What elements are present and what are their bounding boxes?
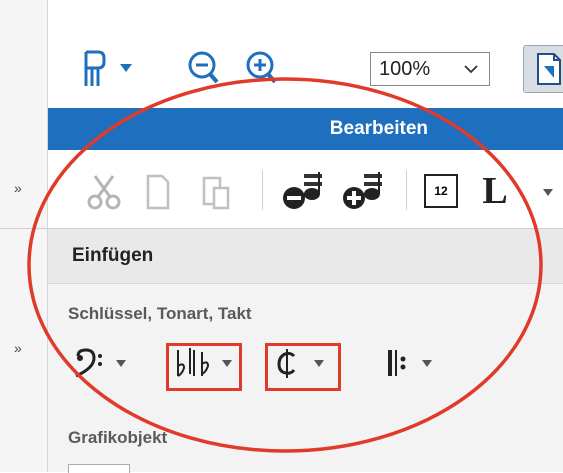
toolbar-separator	[262, 170, 263, 210]
expand-toolbar-button[interactable]: »	[14, 180, 22, 196]
chevron-down-icon	[464, 65, 478, 74]
text-tool-button[interactable]: L	[476, 168, 514, 214]
time-signature-highlight	[265, 343, 341, 391]
zoom-out-button[interactable]	[186, 48, 222, 88]
expand-panel-button[interactable]: »	[14, 340, 22, 356]
strip-divider	[0, 228, 47, 229]
ribbon-title: Bearbeiten	[329, 118, 428, 139]
zoom-value: 100%	[379, 57, 431, 80]
clef-dropdown[interactable]	[72, 344, 142, 382]
add-note-button[interactable]	[340, 168, 384, 214]
zoom-in-icon	[246, 51, 277, 84]
copy-button[interactable]	[140, 172, 176, 212]
zoom-out-icon	[188, 51, 219, 84]
copy-icon	[146, 174, 170, 210]
remove-note-button[interactable]	[280, 168, 324, 214]
group-label-clef-key-time: Schlüssel, Tonart, Takt	[68, 304, 252, 323]
view-toolbar: 100%	[48, 0, 563, 108]
clef-icon	[75, 348, 102, 378]
page-layout-icon	[84, 50, 132, 86]
note-remove-icon	[283, 172, 322, 209]
group-label-graphic: Grafikobjekt	[68, 428, 168, 447]
note-add-icon	[343, 172, 382, 209]
left-collapse-strip: » »	[0, 0, 48, 472]
insert-section-header[interactable]: Einfügen	[48, 229, 563, 284]
insert-panel: Schlüssel, Tonart, Takt Grafikobjekt	[48, 284, 563, 473]
zoom-select[interactable]: 100%	[370, 52, 490, 86]
repeat-dropdown[interactable]	[384, 344, 448, 382]
insert-section-label: Einfügen	[72, 245, 154, 266]
text-tool-dropdown[interactable]	[540, 184, 556, 200]
page-layout-dropdown[interactable]	[78, 46, 138, 90]
page-view-button[interactable]	[523, 45, 563, 93]
edit-toolbar: 12 L	[48, 150, 563, 229]
zoom-in-button[interactable]	[244, 48, 280, 88]
measure-number-icon: 12	[434, 184, 448, 198]
measure-number-button[interactable]: 12	[424, 174, 458, 208]
edit-ribbon-header: Bearbeiten	[48, 108, 563, 150]
cut-button[interactable]	[84, 172, 124, 212]
key-signature-highlight	[166, 343, 242, 391]
toolbar-separator	[406, 170, 407, 210]
cut-icon	[87, 175, 121, 210]
paste-button[interactable]	[198, 172, 234, 212]
chevron-down-icon	[120, 64, 132, 72]
text-icon: L	[482, 170, 508, 212]
chevron-down-icon	[422, 360, 432, 367]
chevron-down-icon	[116, 360, 126, 367]
chevron-down-icon	[543, 189, 553, 196]
page-view-icon	[537, 53, 561, 85]
repeat-icon	[388, 350, 406, 376]
paste-icon	[202, 176, 230, 210]
